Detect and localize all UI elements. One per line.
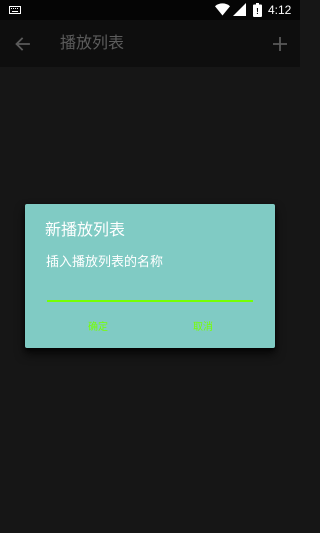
dialog-title: 新播放列表 xyxy=(45,220,126,239)
app-bar: 播放列表 xyxy=(0,20,300,67)
signal-icon xyxy=(233,3,246,16)
keyboard-icon xyxy=(9,6,21,14)
svg-text:!: ! xyxy=(256,7,259,16)
back-button[interactable] xyxy=(8,29,38,59)
add-playlist-button[interactable] xyxy=(266,29,294,59)
status-clock: 4:12 xyxy=(268,3,292,17)
confirm-button[interactable]: 确定 xyxy=(83,318,113,338)
page-title: 播放列表 xyxy=(60,33,125,52)
wifi-icon xyxy=(215,3,230,16)
add-icon xyxy=(273,37,287,51)
new-playlist-dialog: 新播放列表 插入播放列表的名称 确定 取消 xyxy=(25,204,275,348)
cancel-button[interactable]: 取消 xyxy=(188,318,218,338)
battery-icon: ! xyxy=(253,3,262,17)
status-bar: ! 4:12 xyxy=(0,0,300,20)
arrow-back-icon xyxy=(15,37,30,51)
screen: ! 4:12 播放列表 新播放列表 插入播放列表的名称 确定 取消 xyxy=(0,0,300,533)
playlist-name-input[interactable] xyxy=(47,280,253,302)
dialog-message: 插入播放列表的名称 xyxy=(46,255,164,270)
